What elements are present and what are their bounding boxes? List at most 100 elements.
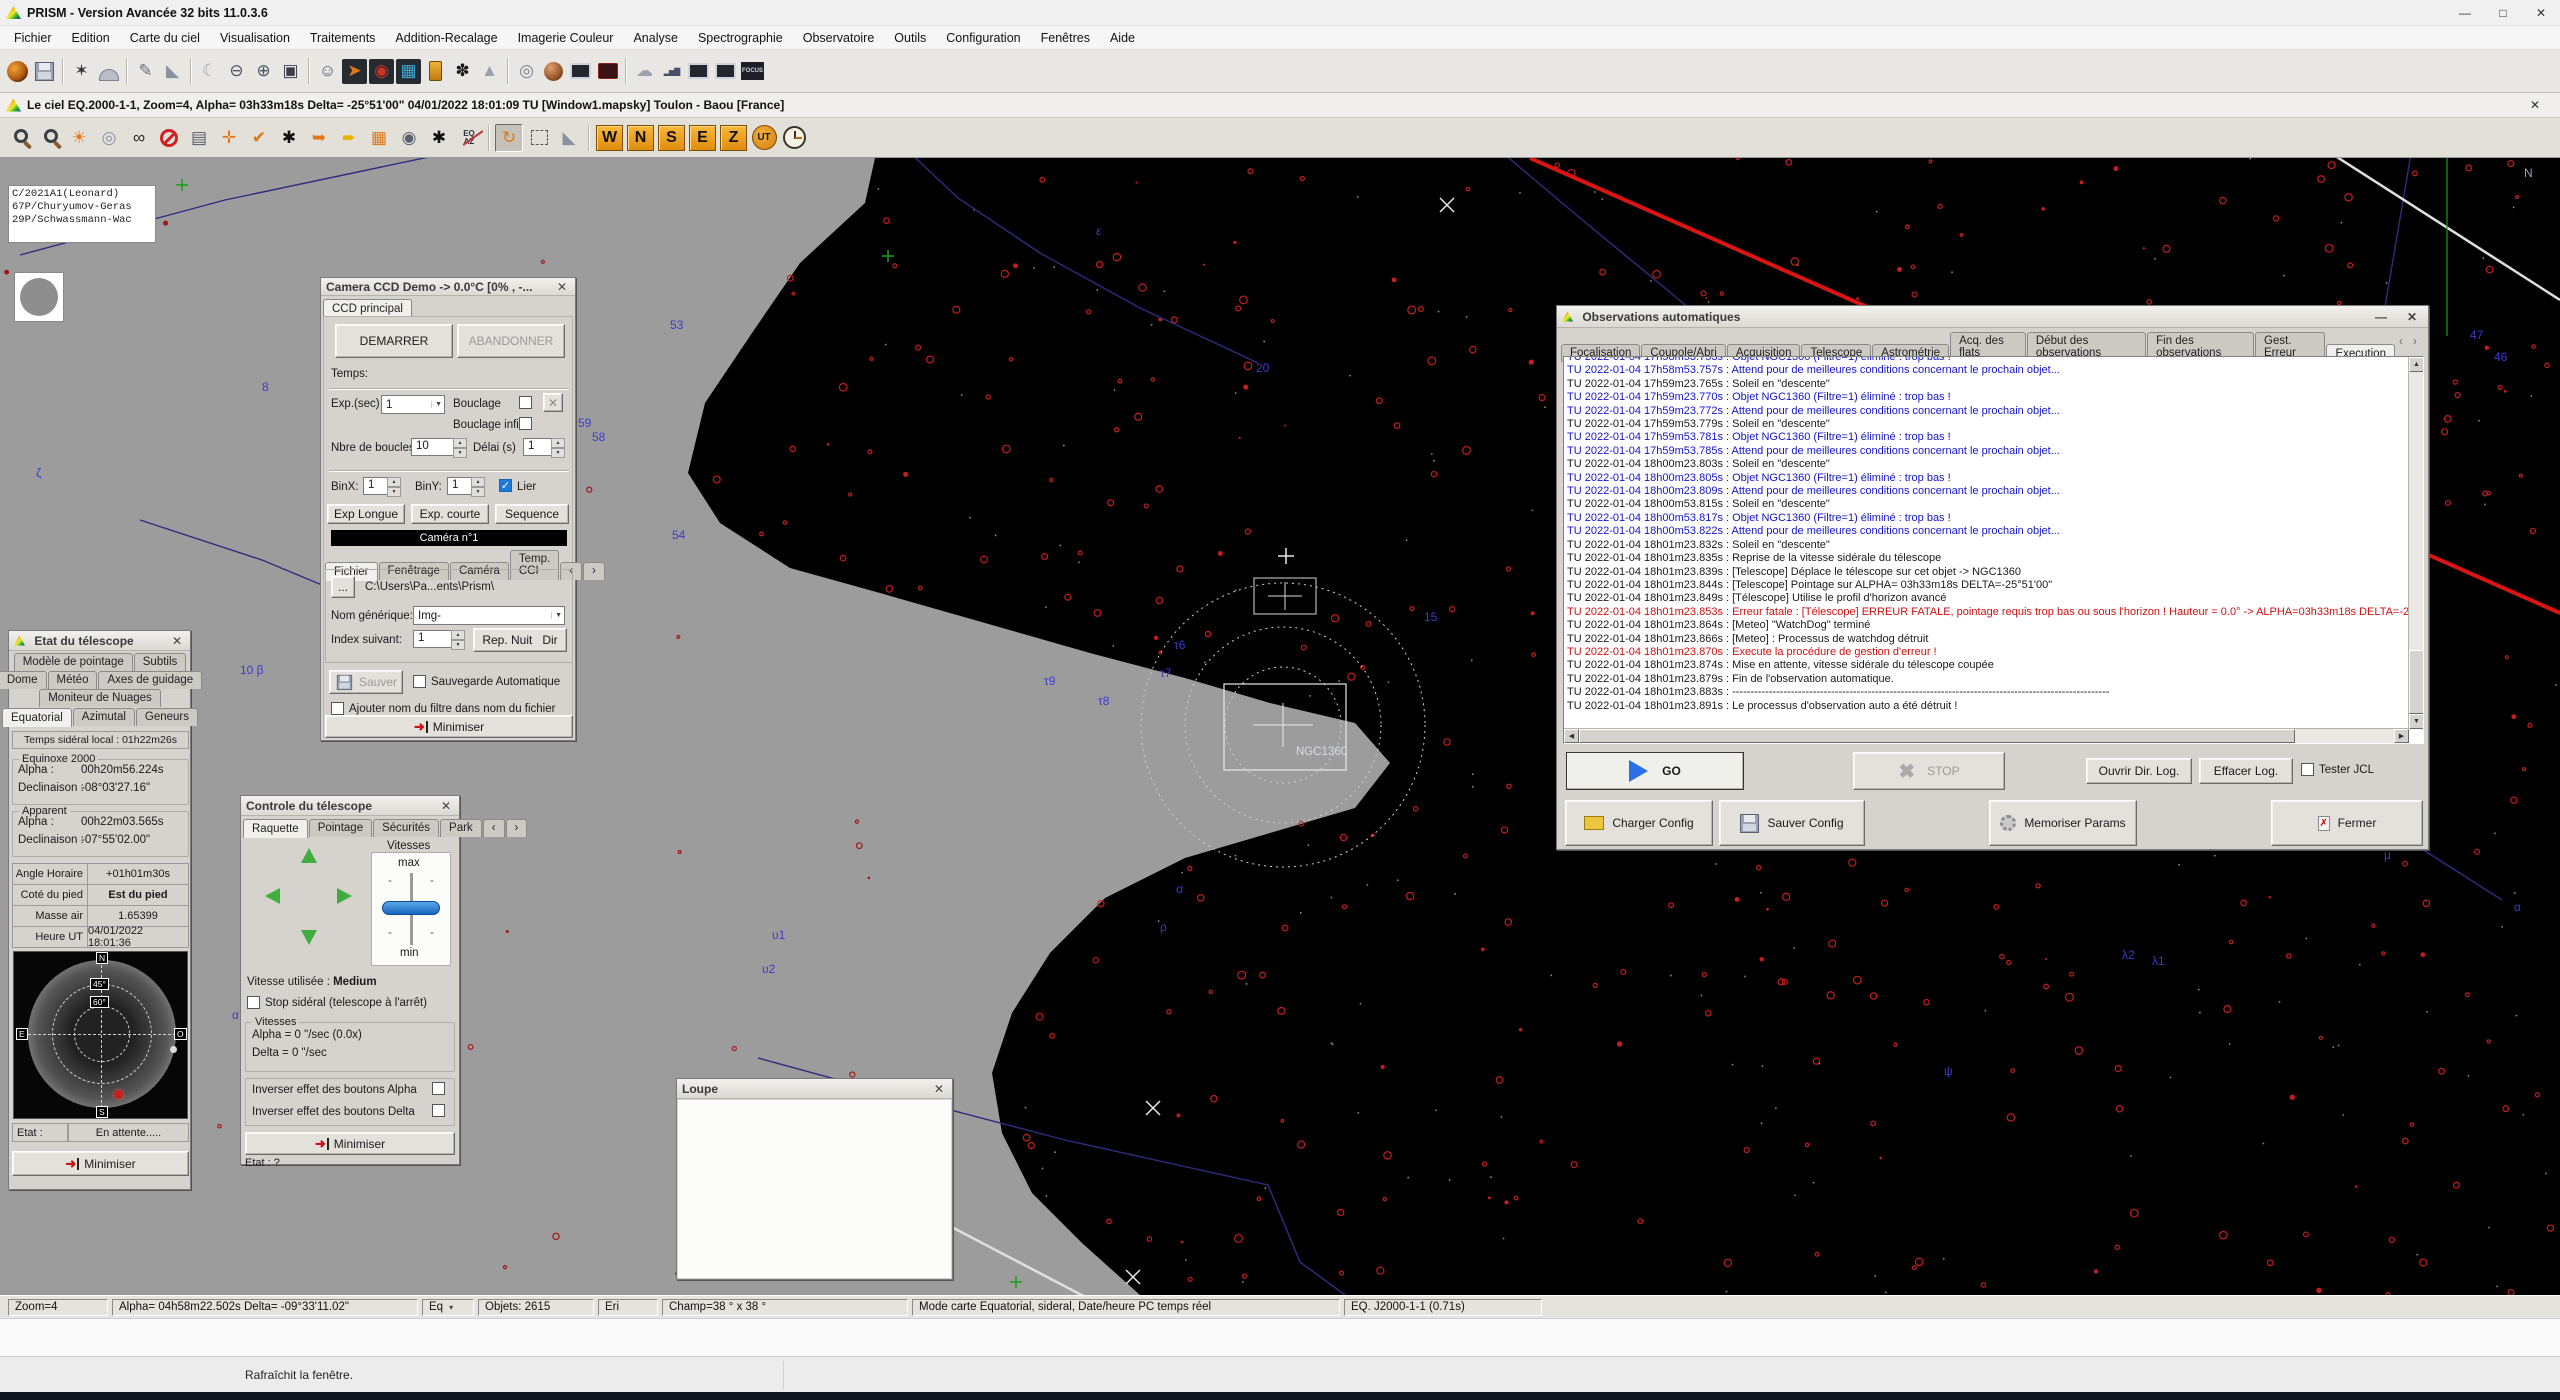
rocket-icon[interactable]: ▲ (477, 59, 502, 84)
fermer-button[interactable]: ✗ Fermer (2271, 800, 2423, 846)
slew-east-button[interactable] (265, 888, 280, 904)
nbre-boucles-spinner[interactable]: 10 ▲▼ (411, 438, 467, 456)
tab-park[interactable]: Park (440, 819, 482, 837)
cloud-icon[interactable]: ☁ (632, 59, 657, 84)
no-realtime-icon[interactable] (155, 124, 183, 152)
tab-mod-le-de-pointage[interactable]: Modèle de pointage (14, 653, 133, 671)
tab-s-curit-s[interactable]: Sécurités (373, 819, 439, 837)
camera-title-bar[interactable]: Camera CCD Demo -> 0.0°C [0% , -... ✕ (321, 278, 575, 296)
scroll-right-icon[interactable]: ▶ (2394, 729, 2409, 743)
zoom-out-icon[interactable] (35, 124, 63, 152)
go-button[interactable]: GO (1566, 752, 1744, 790)
menu-imagerie-couleur[interactable]: Imagerie Couleur (508, 28, 624, 48)
etat-minimiser-button[interactable]: ➜ Minimiser (12, 1151, 189, 1176)
close-icon[interactable]: ✕ (2522, 0, 2560, 26)
set-square-icon[interactable]: ◣ (160, 59, 185, 84)
inv-alpha-checkbox[interactable] (432, 1082, 445, 1095)
moon-search-icon[interactable]: ☾ (197, 59, 222, 84)
flip-icon[interactable]: ✔ (245, 124, 273, 152)
menu-edition[interactable]: Edition (62, 28, 120, 48)
screen-capture-icon[interactable]: ▣ (278, 59, 303, 84)
exp-courte-button[interactable]: Exp. courte (411, 504, 489, 524)
filter-wheel-icon[interactable]: ✽ (450, 59, 475, 84)
sky-chart-close-icon[interactable]: ✕ (2530, 98, 2554, 112)
clock-icon[interactable] (780, 124, 808, 152)
tab-pointage[interactable]: Pointage (309, 819, 372, 837)
menu-visualisation[interactable]: Visualisation (210, 28, 300, 48)
image-thumb-icon[interactable] (686, 59, 711, 84)
tab-axes-de-guidage[interactable]: Axes de guidage (98, 671, 202, 689)
image-thumb2-icon[interactable] (713, 59, 738, 84)
drag-chart-icon[interactable]: ➥ (305, 124, 333, 152)
loupe-close-icon[interactable]: ✕ (931, 1082, 947, 1096)
camera-minimiser-button[interactable]: ➜ Minimiser (325, 715, 573, 738)
goto-scope-icon[interactable]: ➤ (342, 59, 367, 84)
celestial-sphere-icon[interactable]: ◎ (95, 124, 123, 152)
tabs-scroll-right-icon[interactable]: › (506, 819, 528, 837)
compass-key-west[interactable]: W (596, 125, 623, 151)
spinner-arrows-icon[interactable]: ▲▼ (471, 477, 485, 495)
menu-outils[interactable]: Outils (884, 28, 936, 48)
spinner-arrows-icon[interactable]: ▲▼ (387, 477, 401, 495)
pan-arrows-icon[interactable]: ✛ (215, 124, 243, 152)
controle-title-bar[interactable]: Controle du télescope ✕ (241, 796, 459, 816)
copper-globe-icon[interactable] (541, 59, 566, 84)
camera-close-icon[interactable]: ✕ (554, 280, 570, 294)
menu-traitements[interactable]: Traitements (300, 28, 386, 48)
histogram-icon[interactable]: ▂▅▇ (659, 59, 684, 84)
ajouter-filtre-checkbox[interactable] (331, 702, 344, 715)
controle-minimiser-button[interactable]: ➜ Minimiser (245, 1132, 455, 1155)
stop-sideral-checkbox[interactable] (247, 996, 260, 1009)
zoom-in-icon[interactable] (5, 124, 33, 152)
maximize-icon[interactable]: □ (2484, 0, 2522, 26)
menu-spectrographie[interactable]: Spectrographie (688, 28, 793, 48)
battery-icon[interactable] (423, 59, 448, 84)
select-region-icon[interactable] (525, 124, 553, 152)
zoom-in-doc-icon[interactable]: ⊕ (251, 59, 276, 84)
index-spinner[interactable]: 1 ▲▼ (413, 630, 465, 648)
obs-title-bar[interactable]: Observations automatiques — ✕ (1557, 306, 2428, 328)
tab-moniteur-de-nuages[interactable]: Moniteur de Nuages (39, 689, 161, 707)
inv-delta-checkbox[interactable] (432, 1104, 445, 1117)
zoom-out-doc-icon[interactable]: ⊖ (224, 59, 249, 84)
loupe-title-bar[interactable]: Loupe ✕ (677, 1079, 952, 1099)
memoriser-params-button[interactable]: Memoriser Params (1989, 800, 2137, 846)
exp-combo[interactable]: 1▼ (381, 395, 445, 414)
observer-icon[interactable]: ☺ (315, 59, 340, 84)
tab-subtils[interactable]: Subtils (134, 653, 187, 671)
sun-options-icon[interactable]: ☀ (65, 124, 93, 152)
slew-north-button[interactable] (301, 848, 317, 863)
slider-handle[interactable] (382, 901, 440, 915)
delai-spinner[interactable]: 1 ▲▼ (523, 438, 565, 456)
sauver-config-button[interactable]: Sauver Config (1719, 800, 1865, 846)
menu-addition-recalage[interactable]: Addition-Recalage (385, 28, 507, 48)
bouclage-infini-checkbox[interactable] (519, 417, 532, 430)
ephemeris-icon[interactable]: ▦ (365, 124, 393, 152)
menu-aide[interactable]: Aide (1100, 28, 1145, 48)
spinner-arrows-icon[interactable]: ▲▼ (451, 630, 465, 648)
tab-geneurs[interactable]: Geneurs (136, 708, 198, 726)
tab-equatorial[interactable]: Equatorial (2, 708, 72, 727)
tab-m-t-o[interactable]: Météo (48, 671, 98, 689)
eq-dropdown-arrow[interactable]: ▾ (449, 1303, 453, 1312)
controle-close-icon[interactable]: ✕ (438, 799, 454, 813)
menu-fen-tres[interactable]: Fenêtres (1031, 28, 1100, 48)
compass-key-east[interactable]: E (689, 125, 716, 151)
loupe-view[interactable] (678, 1100, 951, 1278)
scroll-down-icon[interactable]: ▼ (2409, 714, 2424, 729)
menu-configuration[interactable]: Configuration (936, 28, 1030, 48)
biny-spinner[interactable]: 1 ▲▼ (447, 477, 485, 495)
ccd-camera-icon[interactable]: ▦ (396, 59, 421, 84)
spinner-arrows-icon[interactable]: ▲▼ (551, 438, 565, 456)
menu-analyse[interactable]: Analyse (623, 28, 687, 48)
observation-log[interactable]: TU 2022-01-04 17h58m53.753s : Objet NGC1… (1563, 356, 2424, 744)
eqaz-icon[interactable]: EQ AZ (455, 124, 483, 152)
abandonner-button[interactable]: ABANDONNER (457, 324, 565, 358)
minimize-icon[interactable]: — (2446, 0, 2484, 26)
scroll-up-icon[interactable]: ▲ (2409, 357, 2424, 372)
binx-spinner[interactable]: 1 ▲▼ (363, 477, 401, 495)
tabs-scroll-left-icon[interactable]: ‹ (2399, 336, 2403, 348)
photo-icon[interactable] (568, 59, 593, 84)
print-icon[interactable]: ▤ (185, 124, 213, 152)
exp-longue-button[interactable]: Exp Longue (327, 504, 405, 524)
